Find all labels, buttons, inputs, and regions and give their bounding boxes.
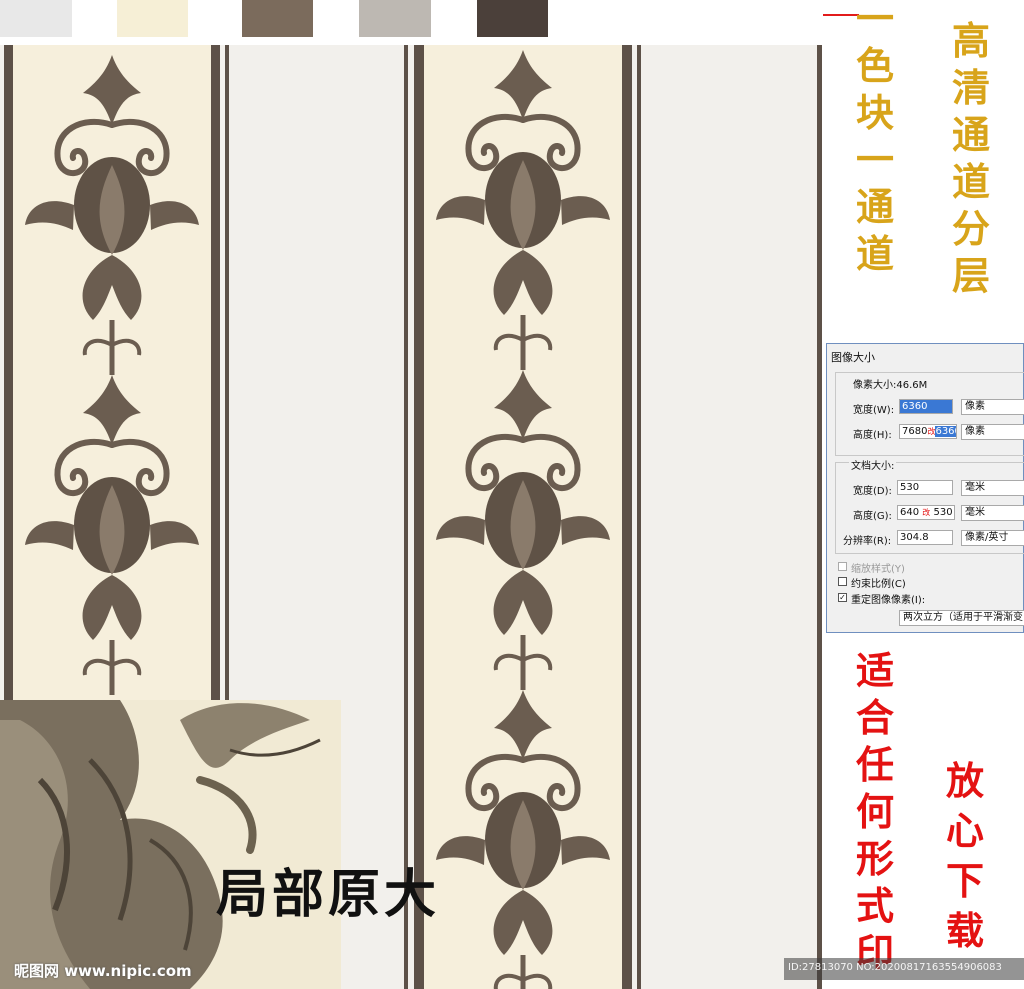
- pixel-dimensions-label: 像素大小:46.6M: [851, 376, 930, 391]
- dialog-title: 图像大小: [831, 351, 875, 364]
- height-label: 高度(H):: [853, 430, 892, 441]
- download-freely-char: 放: [946, 758, 985, 803]
- doc-height-unit-select[interactable]: 毫米: [961, 505, 1024, 521]
- doc-width-input[interactable]: 530: [897, 480, 953, 495]
- resolution-input[interactable]: 304.8: [897, 530, 953, 545]
- one-color-one-channel-char: 一: [856, 0, 895, 41]
- stripe-dark: [414, 45, 424, 989]
- width-input[interactable]: 6360: [899, 399, 953, 414]
- swatch-dark-brown: [477, 0, 548, 37]
- fit-any-print-char: 适: [856, 648, 895, 693]
- height-old-value: 7680: [902, 426, 928, 437]
- width-unit-select[interactable]: 像素: [961, 399, 1024, 415]
- resample-checkbox[interactable]: ✓: [838, 593, 847, 602]
- stripe-dark: [622, 45, 632, 989]
- scale-styles-label: 缩放样式(Y): [851, 564, 905, 575]
- damask-ornament-center: [424, 45, 622, 989]
- one-color-one-channel-char: 块: [856, 90, 895, 135]
- resample-label: 重定图像像素(I):: [851, 595, 926, 606]
- scale-styles-checkbox[interactable]: [838, 562, 847, 571]
- local-original-size-label: 局部原大: [216, 864, 441, 925]
- height-unit-select[interactable]: 像素: [961, 424, 1024, 440]
- detail-ornament-image: [0, 700, 321, 989]
- fit-any-print-char: 合: [856, 695, 895, 740]
- document-size-label: 文档大小:: [849, 457, 897, 472]
- hd-channel-layers-char: 清: [952, 65, 991, 110]
- download-freely-char: 载: [946, 908, 985, 953]
- site-watermark: 昵图网 www.nipic.com: [14, 962, 192, 980]
- stripe-dark-thin: [404, 45, 408, 989]
- hd-channel-layers-char: 层: [952, 253, 991, 298]
- hd-channel-layers-char: 通: [952, 112, 991, 157]
- fit-any-print-text: 适合任何形式印: [856, 652, 894, 972]
- download-freely-char: 心: [946, 808, 985, 853]
- one-color-one-channel-char: 色: [856, 43, 895, 88]
- hd-channel-layers-char: 道: [952, 159, 991, 204]
- stripe-dark-thin: [817, 45, 822, 989]
- swatch-cream: [117, 0, 188, 37]
- doc-height-old-value: 640: [900, 507, 920, 518]
- width-label: 宽度(W):: [853, 405, 895, 416]
- damask-ornament-left: [13, 45, 211, 700]
- swatch-silver: [359, 0, 431, 37]
- fit-any-print-char: 何: [856, 789, 895, 834]
- fit-any-print-char: 任: [856, 742, 895, 787]
- one-color-one-channel-text: 一色块一通道: [856, 0, 894, 273]
- one-color-one-channel-char: 道: [856, 231, 895, 276]
- doc-width-label: 宽度(D):: [853, 486, 892, 497]
- stripe-white-right: [641, 45, 817, 989]
- doc-height-new-value: 530: [933, 507, 953, 518]
- swatch-taupe: [242, 0, 313, 37]
- hd-channel-layers-char: 高: [952, 18, 991, 63]
- download-freely-char: 下: [946, 858, 985, 903]
- hd-channel-layers-char: 分: [952, 206, 991, 251]
- constrain-proportions-label: 约束比例(C): [851, 579, 906, 590]
- fit-any-print-char: 形: [856, 836, 895, 881]
- one-color-one-channel-char: 通: [856, 184, 895, 229]
- image-size-dialog: 图像大小 像素大小:46.6M 宽度(W): 6360 像素 高度(H): 76…: [826, 343, 1024, 633]
- resolution-label: 分辨率(R):: [843, 536, 892, 547]
- resolution-unit-select[interactable]: 像素/英寸: [961, 530, 1024, 546]
- download-freely-text: 放心下载: [946, 762, 984, 950]
- red-dash: [823, 14, 859, 16]
- doc-width-unit-select[interactable]: 毫米: [961, 480, 1024, 496]
- doc-height-label: 高度(G):: [853, 511, 892, 522]
- detail-zoom-panel: [0, 700, 341, 989]
- resample-method-select[interactable]: 两次立方（适用于平滑渐变: [899, 610, 1024, 626]
- doc-height-change-mark: 改: [922, 508, 931, 517]
- id-watermark: ID:27813070 NO:20200817163554906083: [788, 962, 1002, 973]
- swatch-light-gray: [0, 0, 72, 37]
- one-color-one-channel-char: 一: [856, 137, 895, 182]
- fit-any-print-char: 式: [856, 883, 895, 928]
- doc-height-input[interactable]: 640 改 530: [897, 505, 955, 520]
- height-new-value: 6360: [935, 426, 956, 437]
- constrain-proportions-checkbox[interactable]: [838, 577, 847, 586]
- hd-channel-layers-text: 高清通道分层: [952, 22, 990, 295]
- height-input[interactable]: 7680改6360: [899, 424, 957, 439]
